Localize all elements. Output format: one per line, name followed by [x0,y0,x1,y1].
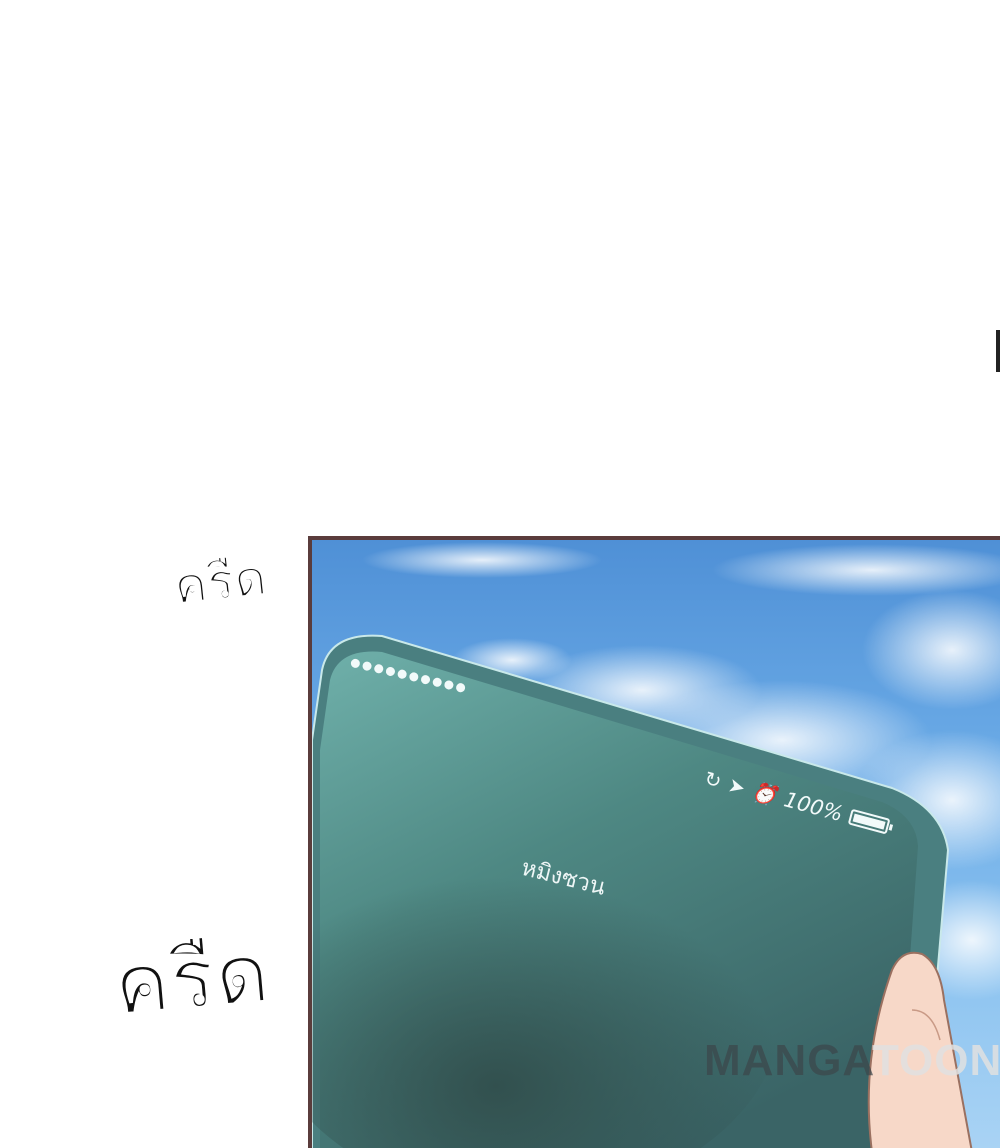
sound-effect-large: ครืด [109,923,274,1035]
battery-fill [853,813,887,830]
rotation-lock-icon: ↻ [701,766,725,794]
edge-mark [996,330,1000,372]
signal-dot [420,674,431,685]
signal-dot [385,666,396,677]
comic-page: ครืด ↻ ➤ ⏰ 100% หมิงซวน MANGATOON ครืด [0,0,1000,1148]
alarm-clock-icon: ⏰ [749,778,780,809]
location-arrow-icon: ➤ [725,772,749,800]
signal-dot [361,660,373,672]
comic-panel: ↻ ➤ ⏰ 100% หมิงซวน MANGATOON [308,536,1000,1148]
signal-dot [431,676,443,688]
watermark: MANGATOON [704,1036,1000,1086]
signal-dot [396,668,408,680]
signal-dot [373,663,385,675]
watermark-part1: MANGA [704,1036,872,1085]
signal-dot [443,679,455,691]
signal-dot [349,658,361,669]
watermark-part2: TOON [871,1036,1000,1085]
sound-effect-small: ครืด [171,548,270,616]
signal-dot [408,671,420,683]
